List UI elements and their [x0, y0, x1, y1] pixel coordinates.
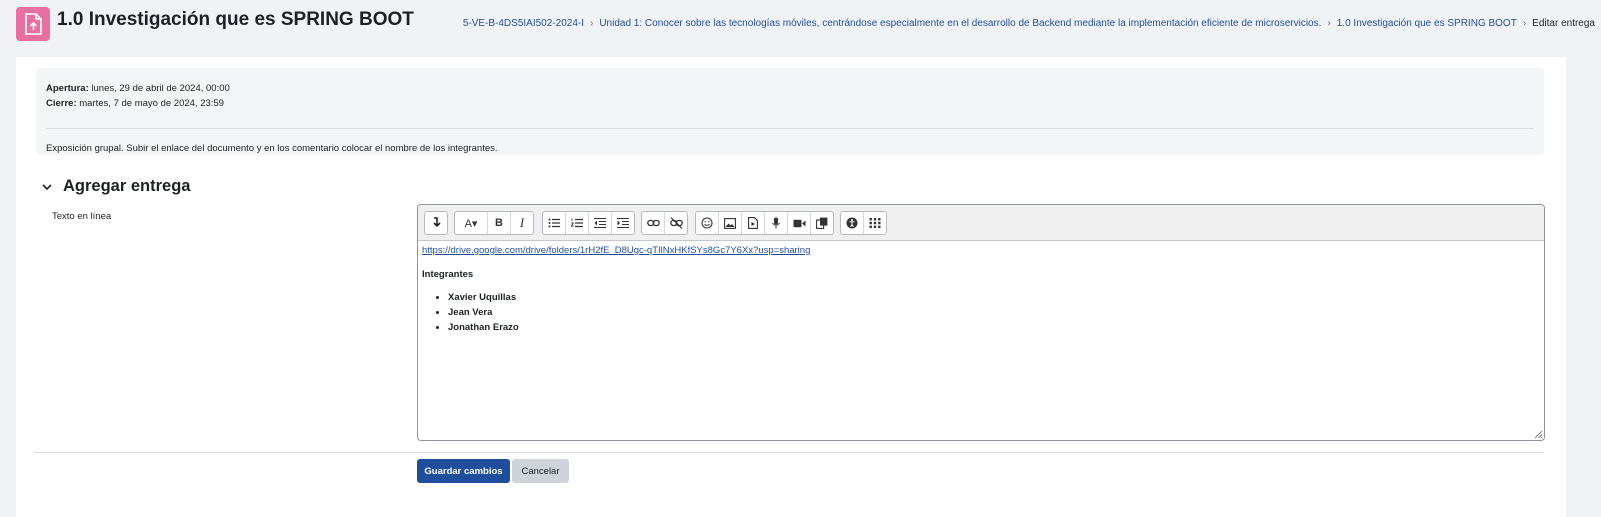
breadcrumb-unit[interactable]: Unidad 1: Conocer sobre las tecnologías … [599, 18, 1321, 29]
record-video-icon[interactable] [788, 212, 811, 234]
breadcrumb: 5-VE-B-4DS5IAI502-2024-I › Unidad 1: Con… [463, 18, 1595, 29]
image-icon[interactable] [719, 212, 742, 234]
manage-files-icon[interactable] [811, 212, 833, 234]
media-icon[interactable] [742, 212, 765, 234]
link-icon[interactable] [642, 212, 665, 234]
ordered-list-icon[interactable] [566, 212, 589, 234]
toolbar-group [542, 211, 635, 235]
divider [34, 452, 1544, 453]
activity-description: Exposición grupal. Subir el enlace del d… [46, 143, 498, 154]
list-item: Jean Vera [448, 305, 1540, 320]
save-button[interactable]: Guardar cambios [417, 459, 510, 483]
outdent-icon[interactable] [589, 212, 612, 234]
activity-info: Apertura: lunes, 29 de abril de 2024, 00… [36, 68, 1544, 155]
close-date-value: martes, 7 de mayo de 2024, 23:59 [79, 98, 224, 109]
chevron-down-icon [42, 183, 52, 190]
activity-dates: Apertura: lunes, 29 de abril de 2024, 00… [46, 81, 230, 111]
chevron-right-icon: › [1327, 18, 1331, 29]
members-heading: Integrantes [422, 269, 474, 280]
toolbar-group [424, 211, 448, 235]
bold-icon[interactable]: B [488, 212, 511, 234]
unordered-list-icon[interactable] [543, 212, 566, 234]
emoji-icon[interactable] [696, 212, 719, 234]
editor-toolbar: A▾ B I [418, 205, 1544, 241]
drive-link[interactable]: https://drive.google.com/drive/folders/1… [422, 245, 810, 256]
toolbar-group [840, 211, 887, 235]
members-list: Xavier Uquillas Jean Vera Jonathan Erazo [422, 290, 1540, 335]
main-card: Apertura: lunes, 29 de abril de 2024, 00… [16, 57, 1566, 517]
online-text-label: Texto en línea [52, 211, 112, 222]
toolbar-group [695, 211, 834, 235]
toolbar-group: A▾ B I [454, 211, 534, 235]
unlink-icon[interactable] [665, 212, 687, 234]
chevron-right-icon: › [1522, 18, 1527, 29]
breadcrumb-activity[interactable]: 1.0 Investigación que es SPRING BOOT [1337, 18, 1517, 29]
list-item: Jonathan Erazo [448, 320, 1540, 335]
accessibility-checker-icon[interactable] [841, 212, 864, 234]
cancel-button[interactable]: Cancelar [512, 459, 569, 483]
list-item: Xavier Uquillas [448, 290, 1540, 305]
close-date-label: Cierre: [46, 98, 77, 109]
toolbar-group [641, 211, 688, 235]
divider [46, 128, 1534, 129]
section-toggle[interactable]: Agregar entrega [40, 177, 190, 196]
screenreader-helper-icon[interactable] [864, 212, 886, 234]
chevron-right-icon: › [589, 18, 594, 29]
italic-icon[interactable]: I [511, 212, 533, 234]
record-audio-icon[interactable] [765, 212, 788, 234]
open-date-label: Apertura: [46, 83, 89, 94]
close-date: Cierre: martes, 7 de mayo de 2024, 23:59 [46, 96, 230, 111]
show-more-icon[interactable] [425, 212, 447, 234]
page-title: 1.0 Investigación que es SPRING BOOT [57, 9, 414, 30]
indent-icon[interactable] [612, 212, 634, 234]
rich-text-editor[interactable]: A▾ B I https://drive.google.com/drive/fo… [417, 204, 1545, 441]
open-date-value: lunes, 29 de abril de 2024, 00:00 [91, 83, 230, 94]
section-title: Agregar entrega [63, 177, 191, 195]
breadcrumb-current: Editar entrega [1532, 18, 1595, 29]
breadcrumb-course[interactable]: 5-VE-B-4DS5IAI502-2024-I [463, 18, 584, 29]
open-date: Apertura: lunes, 29 de abril de 2024, 00… [46, 81, 230, 96]
assignment-upload-icon [16, 7, 50, 41]
font-color-icon[interactable]: A▾ [455, 212, 488, 234]
resize-handle-icon[interactable] [1534, 430, 1543, 439]
editor-content[interactable]: https://drive.google.com/drive/folders/1… [418, 241, 1544, 339]
page-header: 1.0 Investigación que es SPRING BOOT 5-V… [0, 0, 1601, 52]
